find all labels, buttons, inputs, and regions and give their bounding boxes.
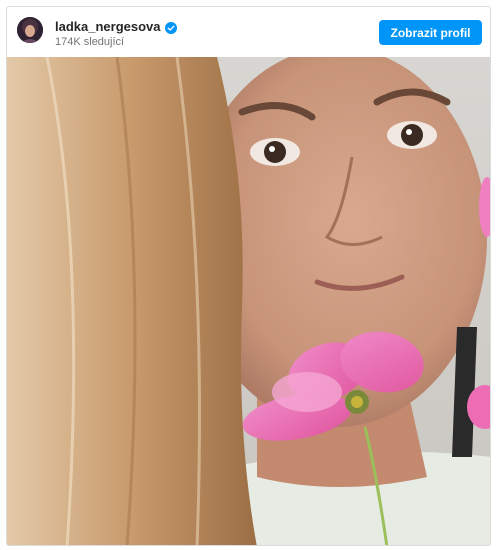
avatar[interactable] [17,17,43,43]
username-link[interactable]: ladka_nergesova [55,19,161,34]
username-row: ladka_nergesova [55,19,177,34]
post-photo[interactable] [7,57,490,545]
instagram-embed-card: ladka_nergesova 174K sledující Zobrazit … [6,6,491,546]
view-profile-button[interactable]: Zobrazit profil [379,20,482,45]
verified-badge-icon [164,21,177,34]
follower-count: 174K sledující [55,36,125,48]
post-header: ladka_nergesova 174K sledující Zobrazit … [7,7,490,57]
